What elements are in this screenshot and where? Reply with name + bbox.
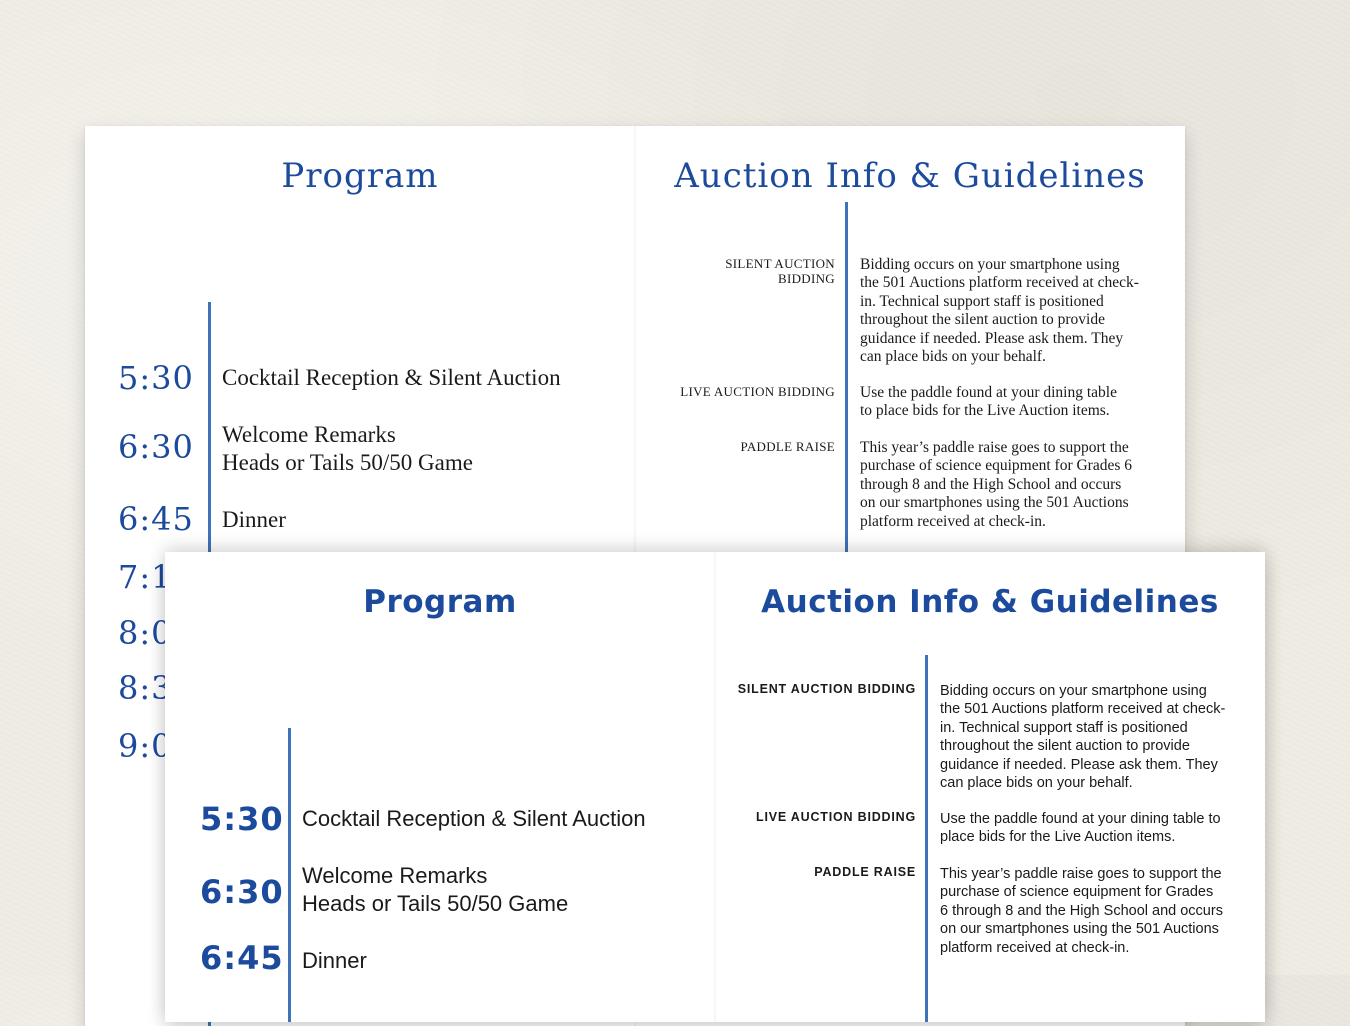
card-fold-line	[714, 552, 717, 1022]
guideline-label: LIVE AUCTION BIDDING	[756, 810, 916, 824]
schedule-time: 5:30	[118, 359, 194, 397]
guideline-label: SILENT AUCTION BIDDING	[737, 682, 916, 696]
program-title: Program	[363, 584, 517, 620]
schedule-event: Welcome Remarks	[222, 422, 396, 447]
guideline-description: Use the paddle found at your dining tabl…	[860, 384, 1117, 420]
guideline-description: This year’s paddle raise goes to support…	[940, 866, 1223, 956]
schedule-event: Dinner	[302, 948, 367, 973]
guideline-description: This year’s paddle raise goes to support…	[860, 439, 1132, 530]
schedule-time: 6:30	[118, 428, 194, 466]
schedule-event: Heads or Tails 50/50 Game	[302, 891, 569, 916]
schedule-time: 6:45	[200, 939, 284, 977]
auction-info-title: Auction Info & Guidelines	[761, 584, 1219, 620]
guideline-label: SILENT AUCTION BIDDING	[725, 256, 835, 286]
schedule-event: Cocktail Reception & Silent Auction	[302, 806, 646, 831]
guideline-description: Bidding occurs on your smartphone using …	[860, 256, 1139, 366]
auction-info-title: Auction Info & Guidelines	[674, 156, 1146, 196]
guidelines-divider-rule	[925, 655, 928, 1022]
program-title: Program	[281, 156, 439, 196]
guidelines-divider-rule	[845, 202, 848, 562]
guideline-description: Bidding occurs on your smartphone using …	[940, 683, 1226, 792]
schedule-event: Heads or Tails 50/50 Game	[222, 450, 473, 475]
schedule-time: 6:45	[118, 500, 194, 538]
schedule-event: Cocktail Reception & Silent Auction	[222, 365, 561, 390]
guideline-label: PADDLE RAISE	[740, 439, 835, 454]
schedule-time: 6:30	[200, 873, 284, 911]
schedule-event: Welcome Remarks	[302, 863, 488, 888]
schedule-event: Dinner	[222, 507, 286, 532]
guideline-label: PADDLE RAISE	[814, 865, 916, 879]
guideline-label: LIVE AUCTION BIDDING	[680, 384, 835, 399]
program-card-sans: Program Auction Info & Guidelines 5:30 C…	[165, 552, 1265, 1022]
guideline-description: Use the paddle found at your dining tabl…	[940, 811, 1221, 846]
program-timeline-rule	[288, 728, 291, 1022]
schedule-time: 5:30	[200, 800, 284, 838]
